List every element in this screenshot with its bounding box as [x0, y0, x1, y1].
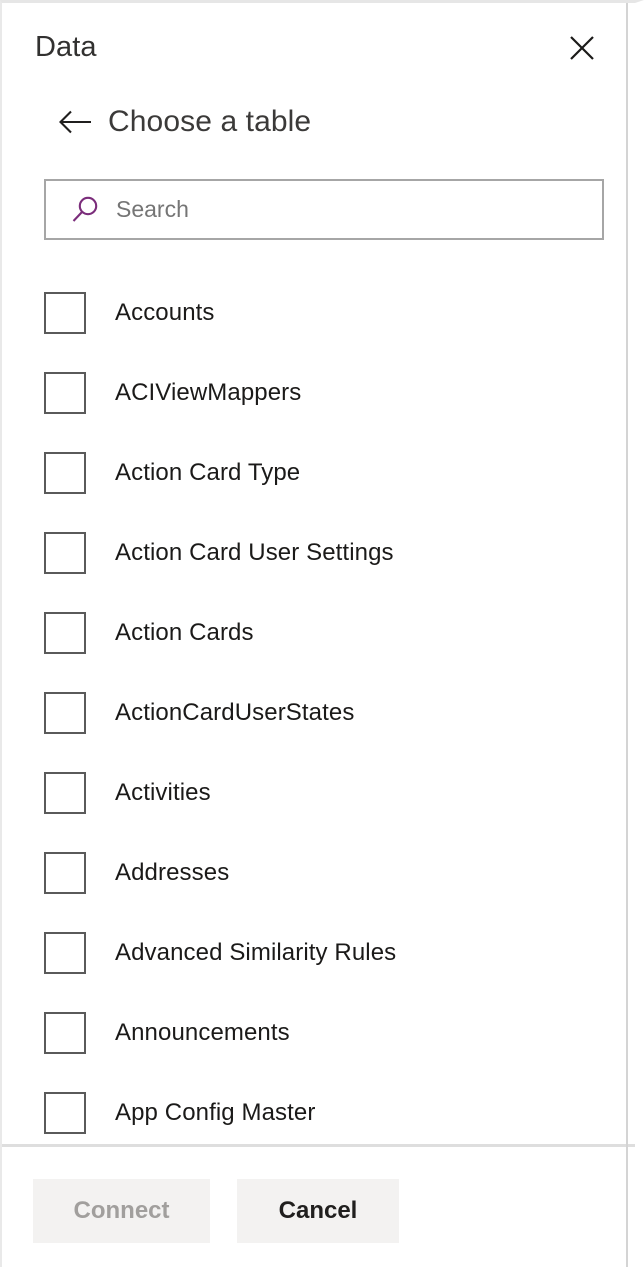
table-row-label: ACIViewMappers — [115, 379, 302, 406]
table-row-label: Announcements — [115, 1019, 290, 1046]
row-checkbox[interactable] — [44, 772, 86, 814]
row-checkbox[interactable] — [44, 692, 86, 734]
table-row-label: Action Cards — [115, 619, 254, 646]
subheader-title: Choose a table — [108, 105, 312, 138]
close-button[interactable] — [559, 25, 605, 71]
table-row-label: Advanced Similarity Rules — [115, 939, 397, 966]
table-row[interactable]: Announcements — [2, 993, 635, 1073]
data-panel: Data Choose a table Search Accounts ACIV… — [0, 0, 644, 1267]
table-row[interactable]: ACIViewMappers — [2, 353, 635, 433]
table-row-label: App Config Master — [115, 1099, 316, 1126]
table-row-label: ActionCardUserStates — [115, 699, 355, 726]
table-row[interactable]: Accounts — [2, 273, 635, 353]
search-box[interactable] — [44, 179, 604, 240]
page-title: Data — [35, 31, 97, 63]
row-checkbox[interactable] — [44, 292, 86, 334]
subheader: Choose a table — [2, 91, 635, 153]
table-row[interactable]: Activities — [2, 753, 635, 833]
cancel-button[interactable]: Cancel — [237, 1179, 399, 1243]
table-list: Accounts ACIViewMappers Action Card Type… — [2, 273, 635, 1153]
panel-footer: Connect Cancel — [2, 1147, 635, 1267]
table-row[interactable]: Action Cards — [2, 593, 635, 673]
row-checkbox[interactable] — [44, 612, 86, 654]
row-checkbox[interactable] — [44, 932, 86, 974]
row-checkbox[interactable] — [44, 372, 86, 414]
table-row[interactable]: Action Card Type — [2, 433, 635, 513]
back-button[interactable] — [58, 105, 92, 139]
arrow-left-icon — [58, 109, 92, 135]
table-row[interactable]: App Config Master — [2, 1073, 635, 1153]
table-row[interactable]: Addresses — [2, 833, 635, 913]
row-checkbox[interactable] — [44, 1012, 86, 1054]
search-icon — [68, 193, 102, 227]
row-checkbox[interactable] — [44, 1092, 86, 1134]
row-checkbox[interactable] — [44, 452, 86, 494]
close-icon — [567, 33, 597, 63]
table-row[interactable]: Advanced Similarity Rules — [2, 913, 635, 993]
panel-header: Data — [2, 3, 635, 91]
row-checkbox[interactable] — [44, 852, 86, 894]
table-row-label: Action Card Type — [115, 459, 301, 486]
connect-button[interactable]: Connect — [33, 1179, 210, 1243]
table-row-label: Addresses — [115, 859, 230, 886]
table-row-label: Activities — [115, 779, 211, 806]
table-row[interactable]: Action Card User Settings — [2, 513, 635, 593]
table-row-label: Accounts — [115, 299, 215, 326]
table-row[interactable]: ActionCardUserStates — [2, 673, 635, 753]
search-input[interactable] — [116, 181, 602, 238]
table-row-label: Action Card User Settings — [115, 539, 394, 566]
row-checkbox[interactable] — [44, 532, 86, 574]
